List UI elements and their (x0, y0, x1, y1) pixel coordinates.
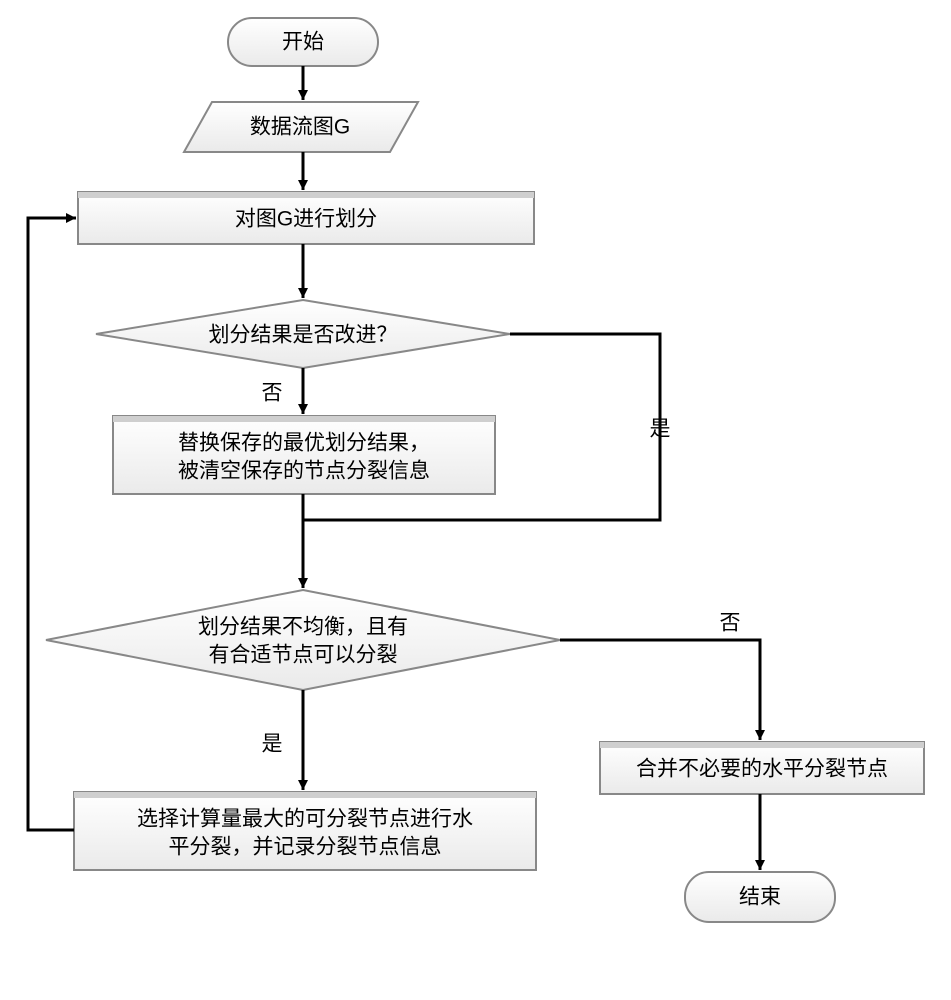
start-label: 开始 (282, 31, 324, 54)
node-replace: 替换保存的最优划分结果， 被清空保存的节点分裂信息 (113, 416, 495, 494)
split-l1: 选择计算量最大的可分裂节点进行水 (137, 808, 473, 831)
split-l2: 平分裂，并记录分裂节点信息 (169, 836, 442, 859)
merge-label: 合并不必要的水平分裂节点 (636, 758, 888, 781)
replace-l1: 替换保存的最优划分结果， (178, 432, 430, 455)
node-end: 结束 (685, 872, 835, 922)
node-input: 数据流图G (184, 102, 418, 152)
replace-l2: 被清空保存的节点分裂信息 (178, 460, 430, 483)
input-label: 数据流图G (250, 116, 350, 139)
unbalanced-l2: 有合适节点可以分裂 (209, 644, 398, 667)
unbalanced-l1: 划分结果不均衡，且有 (198, 616, 408, 639)
label-yes-2: 是 (262, 733, 283, 756)
improved-label: 划分结果是否改进？ (209, 324, 398, 347)
node-unbalanced: 划分结果不均衡，且有 有合适节点可以分裂 (46, 590, 560, 690)
label-no-1: 否 (262, 382, 283, 405)
end-label: 结束 (739, 886, 781, 909)
flowchart-diagram: 开始 数据流图G 对图G进行划分 划分结果是否改进？ 否 是 替换保存的最优划分… (0, 0, 951, 1000)
node-merge: 合并不必要的水平分裂节点 (600, 742, 924, 794)
label-yes-1: 是 (650, 418, 671, 441)
node-split: 选择计算量最大的可分裂节点进行水 平分裂，并记录分裂节点信息 (74, 792, 536, 870)
partition-label: 对图G进行划分 (235, 208, 377, 231)
edge-split-loop (28, 218, 76, 830)
node-partition: 对图G进行划分 (78, 192, 534, 244)
edge-unbalanced-merge (560, 640, 760, 740)
node-improved: 划分结果是否改进？ (96, 300, 510, 368)
label-no-2: 否 (720, 612, 741, 635)
node-start: 开始 (228, 18, 378, 66)
